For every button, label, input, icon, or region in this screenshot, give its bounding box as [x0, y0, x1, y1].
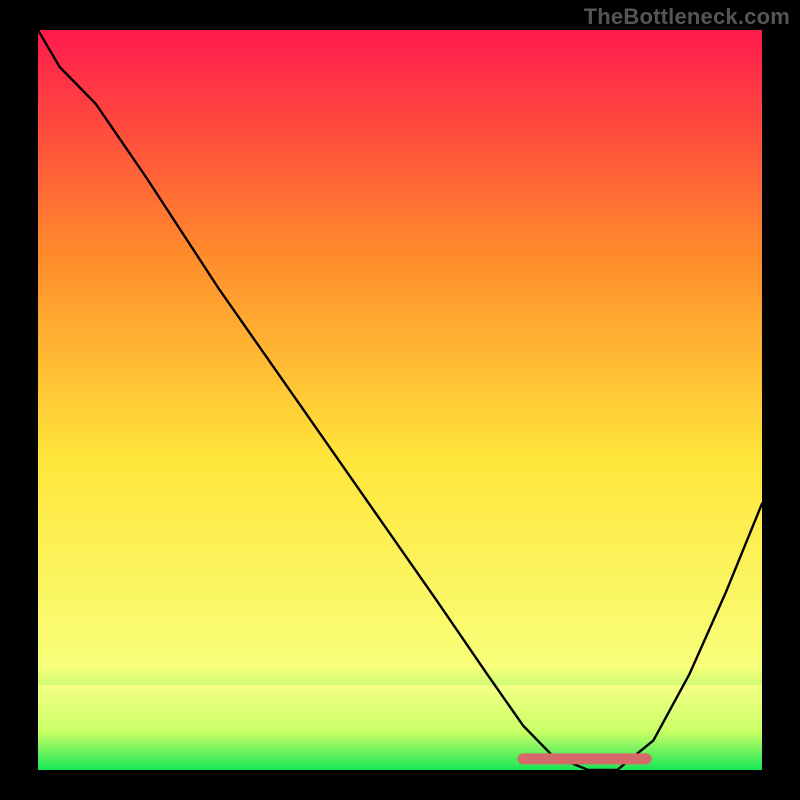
chart-svg: [38, 30, 762, 770]
watermark-label: TheBottleneck.com: [584, 4, 790, 30]
plot-area: [38, 30, 762, 770]
chart-root: TheBottleneck.com: [0, 0, 800, 800]
gradient-background: [38, 30, 762, 770]
bottom-band: [38, 685, 762, 770]
